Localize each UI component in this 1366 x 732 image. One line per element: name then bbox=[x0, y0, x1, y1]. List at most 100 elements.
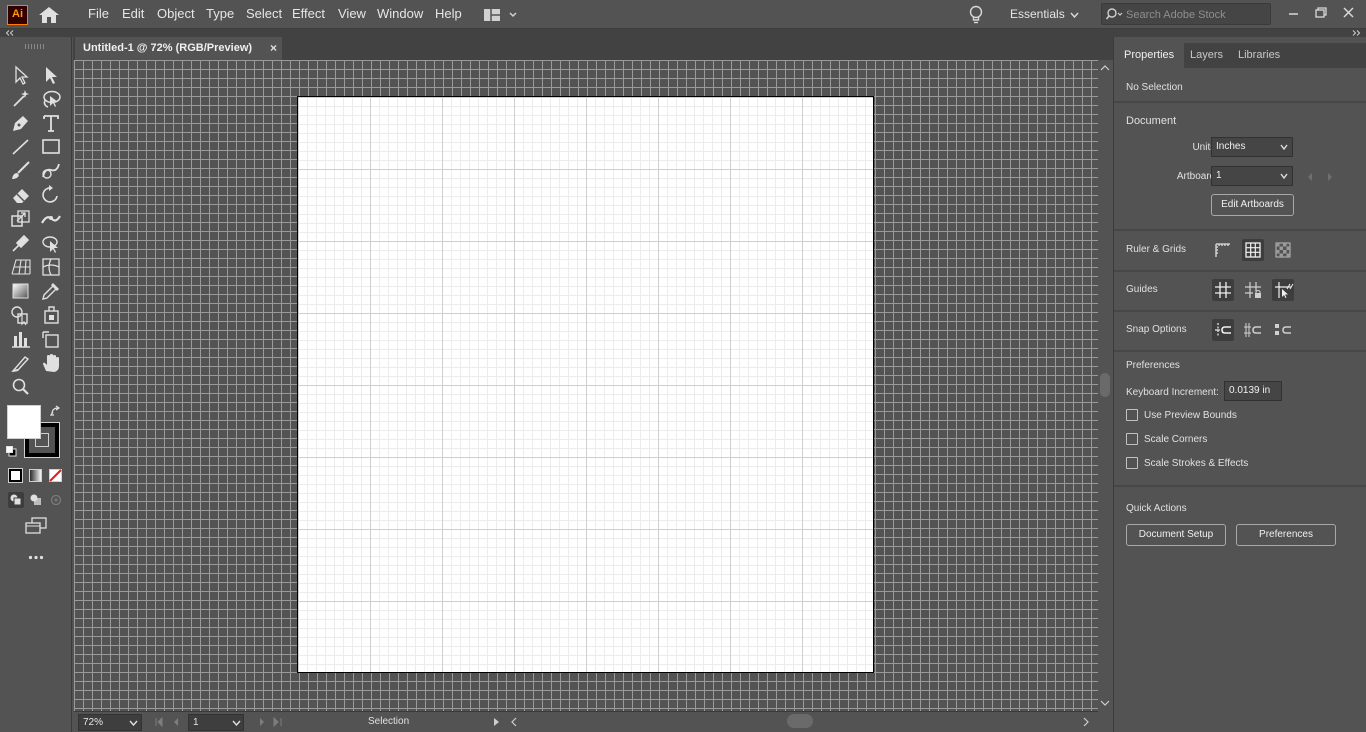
mesh-tool-icon[interactable] bbox=[39, 256, 63, 278]
more-tools-icon[interactable] bbox=[28, 555, 44, 560]
menu-help[interactable]: Help bbox=[435, 6, 462, 21]
artboard-select[interactable]: 1 bbox=[1211, 166, 1293, 186]
rulers-icon[interactable] bbox=[1212, 239, 1234, 261]
zoom-level-select[interactable]: 72% bbox=[78, 714, 142, 731]
snap-to-grid-icon[interactable] bbox=[1242, 319, 1264, 341]
stock-search[interactable] bbox=[1101, 3, 1271, 25]
scroll-left-icon[interactable] bbox=[510, 717, 518, 727]
column-graph-tool-icon[interactable] bbox=[9, 328, 33, 350]
menu-file[interactable]: File bbox=[88, 6, 109, 21]
zoom-tool-icon[interactable] bbox=[9, 376, 33, 398]
eraser-tool-icon[interactable] bbox=[9, 184, 33, 206]
gradient-tool-icon[interactable] bbox=[9, 280, 33, 302]
eyedropper-tool-icon[interactable] bbox=[39, 280, 63, 302]
live-paint-bucket-tool-icon[interactable] bbox=[39, 304, 63, 326]
document-setup-button[interactable]: Document Setup bbox=[1126, 524, 1226, 546]
next-last-artboard-icon[interactable] bbox=[254, 717, 284, 727]
workspace-switcher[interactable]: Essentials bbox=[1010, 7, 1065, 21]
hand-tool-icon[interactable] bbox=[39, 352, 63, 374]
default-fill-stroke-icon[interactable] bbox=[6, 446, 17, 457]
menu-type[interactable]: Type bbox=[206, 6, 234, 21]
menu-object[interactable]: Object bbox=[157, 6, 195, 21]
draw-normal-icon[interactable] bbox=[8, 492, 24, 508]
draw-inside-icon[interactable] bbox=[48, 492, 64, 508]
width-tool-icon[interactable] bbox=[39, 208, 63, 230]
lightbulb-icon[interactable] bbox=[968, 5, 984, 25]
status-menu-icon[interactable] bbox=[493, 717, 501, 727]
scale-corners-checkbox[interactable] bbox=[1126, 433, 1138, 445]
line-segment-tool-icon[interactable] bbox=[9, 136, 33, 158]
rectangle-tool-icon[interactable] bbox=[39, 136, 63, 158]
lasso-tool-icon[interactable] bbox=[39, 88, 63, 110]
close-tab-icon[interactable]: × bbox=[270, 37, 277, 60]
home-icon[interactable] bbox=[38, 6, 60, 24]
shaper-tool-icon[interactable] bbox=[39, 160, 63, 182]
tab-layers[interactable]: Layers bbox=[1180, 43, 1233, 68]
gradient-mode-button[interactable] bbox=[29, 469, 42, 482]
vertical-scroll-thumb[interactable] bbox=[1100, 373, 1110, 397]
menu-view[interactable]: View bbox=[338, 6, 366, 21]
slice-tool-icon[interactable] bbox=[9, 352, 33, 374]
search-input[interactable] bbox=[1126, 6, 1266, 23]
puppet-warp-tool-icon[interactable] bbox=[9, 232, 33, 254]
chevron-down-icon[interactable] bbox=[1070, 10, 1079, 19]
grid-icon[interactable] bbox=[1242, 239, 1264, 261]
collapse-left-icon[interactable] bbox=[5, 30, 15, 36]
pen-tool-icon[interactable] bbox=[9, 112, 33, 134]
tab-properties[interactable]: Properties bbox=[1114, 43, 1185, 68]
menu-select[interactable]: Select bbox=[246, 6, 282, 21]
paintbrush-tool-icon[interactable] bbox=[9, 160, 33, 182]
grip-icon[interactable] bbox=[25, 44, 45, 49]
lock-guides-icon[interactable] bbox=[1242, 279, 1264, 301]
menu-window[interactable]: Window bbox=[377, 6, 423, 21]
close-window-button[interactable] bbox=[1338, 4, 1360, 22]
vertical-scrollbar[interactable] bbox=[1098, 60, 1112, 711]
free-transform-tool-icon[interactable] bbox=[39, 232, 63, 254]
fill-swatch[interactable] bbox=[7, 405, 41, 439]
magic-wand-tool-icon[interactable] bbox=[9, 88, 33, 110]
transparency-grid-icon[interactable] bbox=[1272, 239, 1294, 261]
collapse-right-icon[interactable] bbox=[1351, 30, 1361, 36]
direct-selection-tool-icon[interactable] bbox=[39, 64, 63, 86]
panel-collapse-bar[interactable] bbox=[1113, 29, 1366, 37]
use-preview-bounds-checkbox[interactable] bbox=[1126, 409, 1138, 421]
scroll-down-icon[interactable] bbox=[1100, 700, 1110, 707]
shape-builder-tool-icon[interactable] bbox=[9, 304, 33, 326]
show-guides-icon[interactable] bbox=[1212, 279, 1234, 301]
preferences-button[interactable]: Preferences bbox=[1236, 524, 1336, 546]
screen-mode-icon[interactable] bbox=[24, 517, 48, 535]
menu-edit[interactable]: Edit bbox=[122, 6, 144, 21]
type-tool-icon[interactable] bbox=[39, 112, 63, 134]
menu-effect[interactable]: Effect bbox=[292, 6, 325, 21]
perspective-grid-tool-icon[interactable] bbox=[9, 256, 33, 278]
color-mode-button[interactable] bbox=[8, 468, 23, 483]
artboard-tool-icon[interactable] bbox=[39, 328, 63, 350]
artboard-prev-next-icon[interactable] bbox=[1306, 172, 1336, 182]
artboard-navigation-select[interactable]: 1 bbox=[188, 714, 244, 731]
artboard[interactable] bbox=[297, 96, 874, 673]
scroll-up-icon[interactable] bbox=[1100, 64, 1110, 71]
units-select[interactable]: Inches bbox=[1211, 137, 1293, 157]
smart-guides-icon[interactable] bbox=[1272, 279, 1294, 301]
horizontal-scroll-thumb[interactable] bbox=[787, 714, 813, 728]
rotate-tool-icon[interactable] bbox=[39, 184, 63, 206]
minimize-button[interactable] bbox=[1283, 4, 1305, 22]
tab-libraries[interactable]: Libraries bbox=[1228, 43, 1290, 68]
scale-strokes-checkbox[interactable] bbox=[1126, 457, 1138, 469]
swap-fill-stroke-icon[interactable] bbox=[50, 405, 62, 417]
none-mode-button[interactable] bbox=[49, 469, 62, 482]
scale-tool-icon[interactable] bbox=[9, 208, 33, 230]
keyboard-increment-field[interactable]: 0.0139 in bbox=[1224, 381, 1282, 401]
document-tab[interactable]: Untitled-1 @ 72% (RGB/Preview) × bbox=[75, 37, 282, 60]
selection-tool-icon[interactable] bbox=[9, 64, 33, 86]
snap-to-pixel-icon[interactable] bbox=[1272, 319, 1294, 341]
canvas[interactable] bbox=[74, 60, 1098, 711]
properties-panel: Properties Layers Libraries No Selection… bbox=[1113, 37, 1366, 732]
restore-button[interactable] bbox=[1310, 4, 1332, 22]
draw-behind-icon[interactable] bbox=[28, 492, 44, 508]
scroll-right-icon[interactable] bbox=[1082, 717, 1090, 727]
arrange-documents-icon[interactable] bbox=[483, 7, 519, 23]
edit-artboards-button[interactable]: Edit Artboards bbox=[1211, 194, 1294, 216]
first-previous-artboard-icon[interactable] bbox=[154, 717, 184, 727]
snap-to-point-icon[interactable] bbox=[1212, 319, 1234, 341]
